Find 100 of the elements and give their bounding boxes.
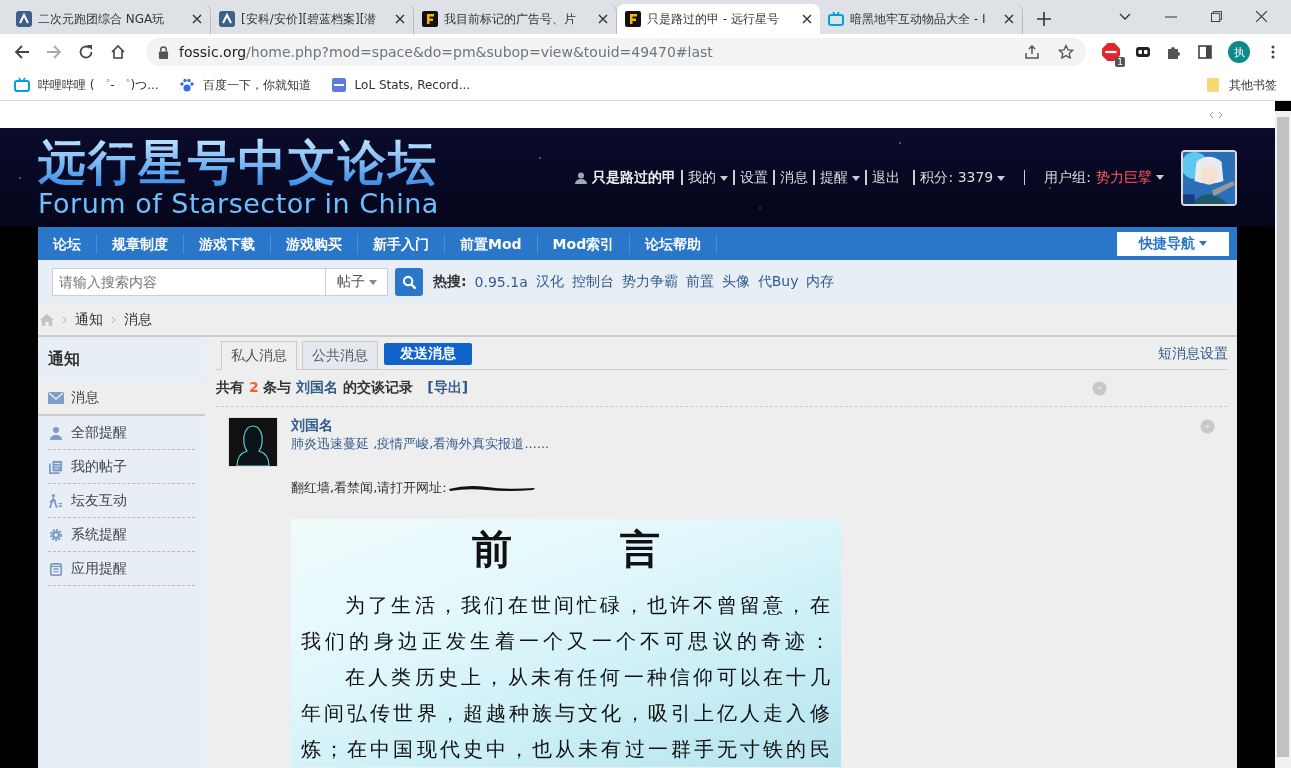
search-scope-dropdown[interactable]: 帖子 <box>326 268 388 296</box>
close-icon[interactable] <box>802 14 812 24</box>
nav-link[interactable]: 论坛 <box>38 233 97 254</box>
profile-avatar[interactable]: 执 <box>1228 41 1250 63</box>
message-tab[interactable]: 私人消息 <box>221 341 297 370</box>
chevron-right-icon <box>111 315 116 324</box>
avatar-silhouette-icon <box>228 417 278 467</box>
address-bar[interactable]: fossic.org/home.php?mod=space&do=pm&subop=view&touid=49470#last <box>146 38 1086 66</box>
tv-icon <box>14 77 30 93</box>
bookmark-link[interactable]: LoL Stats, Record... <box>330 77 471 93</box>
nav-link[interactable]: 规章制度 <box>97 233 184 254</box>
close-icon[interactable] <box>1256 11 1267 22</box>
quick-nav-button[interactable]: 快捷导航 <box>1117 231 1229 256</box>
site-favicon-icon <box>330 77 347 93</box>
sidebar-item[interactable]: 我的帖子 <box>48 450 195 484</box>
message-tab[interactable]: 公共消息 <box>302 341 378 369</box>
sidebar-item[interactable]: 坛友互动 <box>48 484 195 518</box>
user-menu-link[interactable]: 设置 <box>733 170 769 185</box>
tab-title: [安科/安价][碧蓝档案][潜 <box>241 10 378 28</box>
document-line: 炼；在中国现代史中，也从未有过一群手无寸铁的民 <box>301 736 831 763</box>
new-tab-icon[interactable] <box>1037 12 1051 26</box>
hot-search-link[interactable]: 前置 <box>685 273 714 291</box>
lock-icon[interactable] <box>158 45 169 59</box>
nav-link[interactable]: 游戏购买 <box>271 233 358 254</box>
tab-title: 暗黑地牢互动物品大全 - I <box>850 10 987 28</box>
reload-icon[interactable] <box>78 44 94 60</box>
close-icon[interactable] <box>1004 14 1014 24</box>
tab-title: 我目前标记的广告号、片 <box>444 10 577 28</box>
sidebar-title: 通知 <box>47 347 81 370</box>
minimize-icon[interactable] <box>1165 15 1177 18</box>
close-icon[interactable] <box>192 14 202 24</box>
calendar-icon <box>48 561 64 576</box>
breadcrumb-link[interactable]: 消息 <box>124 310 152 329</box>
home-icon[interactable] <box>110 44 126 60</box>
nav-link[interactable]: 新手入门 <box>358 233 445 254</box>
stop-sign-extension-icon[interactable] <box>1102 43 1120 61</box>
paw-icon <box>178 77 195 93</box>
hot-search-link[interactable]: 内存 <box>806 273 835 291</box>
send-message-button[interactable]: 发送消息 <box>384 343 472 365</box>
credits-link[interactable]: 积分: 3379 <box>913 170 1006 185</box>
document-line: 在人类历史上，从未有任何一种信仰可以在十几 <box>344 664 831 691</box>
mask-extension-icon[interactable] <box>1135 44 1151 60</box>
document-line: 为了生活，我们在世间忙碌，也许不曾留意，在 <box>344 592 831 619</box>
hot-search-link[interactable]: 势力争霸 <box>621 273 678 291</box>
sidebar-item[interactable]: 消息 <box>38 381 205 416</box>
user-menu-link[interactable]: 提醒 <box>813 170 861 185</box>
message-author-link[interactable]: 刘国名 <box>291 417 333 435</box>
tab-title: 只是路过的甲 - 远行星号 <box>647 10 780 28</box>
nav-link[interactable]: 前置Mod <box>445 233 538 254</box>
hot-search-link[interactable]: 0.95.1a <box>474 274 528 290</box>
message-text: 翻红墙,看禁闻,请打开网址: <box>291 479 447 497</box>
bookmark-link[interactable]: 百度一下，你就知道 <box>178 76 311 94</box>
export-link[interactable]: [导出] <box>427 379 469 397</box>
hot-search-link[interactable]: 汉化 <box>535 273 564 291</box>
nav-link[interactable]: Mod索引 <box>537 233 631 254</box>
nav-link[interactable]: 论坛帮助 <box>630 233 718 254</box>
user-menu-link[interactable]: 我的 <box>681 170 729 185</box>
user-group-link[interactable]: 势力巨擘 <box>1096 168 1164 187</box>
hot-search-link[interactable]: 控制台 <box>571 273 614 291</box>
breadcrumb-link[interactable]: 通知 <box>75 310 103 329</box>
sidebar-item[interactable]: 应用提醒 <box>48 552 195 586</box>
code-icon[interactable] <box>1209 110 1223 119</box>
user-icon <box>575 171 588 184</box>
letter-f-favicon-icon <box>625 11 641 27</box>
sidebar-item[interactable]: 系统提醒 <box>48 518 195 552</box>
document-line: 年间弘传世界，超越种族与文化，吸引上亿人走入修 <box>301 700 831 727</box>
back-arrow-icon[interactable] <box>14 44 30 60</box>
hot-search-link[interactable]: 头像 <box>721 273 750 291</box>
search-field[interactable]: 请输入搜索内容 <box>52 268 326 296</box>
search-button[interactable] <box>395 268 423 296</box>
username-link[interactable]: 只是路过的甲 <box>592 168 677 187</box>
settings-icon <box>48 527 64 542</box>
scrollbar[interactable] <box>1275 111 1291 768</box>
restore-icon[interactable] <box>1211 11 1222 22</box>
close-icon[interactable] <box>395 14 405 24</box>
document-line: 我们的身边正发生着一个又一个不可思议的奇迹： <box>301 628 831 655</box>
message-subject: 肺炎迅速蔓延 ,疫情严峻,看海外真实报道...... <box>291 435 551 453</box>
side-panel-icon[interactable] <box>1197 44 1213 60</box>
chevron-down-icon[interactable] <box>1119 12 1131 21</box>
site-logo-subtitle[interactable]: Forum of Starsector in China <box>38 190 439 217</box>
hot-search-link[interactable]: 代Buy <box>757 273 799 291</box>
share-icon[interactable] <box>1024 44 1040 60</box>
bookmark-folder[interactable]: 其他书签 <box>1205 76 1277 94</box>
url-text: fossic.org/home.php?mod=space&do=pm&subop=view&touid=49470#last <box>179 44 714 60</box>
tab-title: 二次元跑团综合 NGA玩 <box>38 10 166 28</box>
person-icon <box>48 425 64 440</box>
puzzle-icon[interactable] <box>1166 44 1182 60</box>
user-menu-link[interactable]: 退出 <box>865 170 901 185</box>
browser-tab[interactable]: 只是路过的甲 - 远行星号 <box>617 4 820 34</box>
message-settings-link[interactable]: 短消息设置 <box>1158 345 1228 363</box>
sidebar-item[interactable]: 全部提醒 <box>48 416 195 450</box>
walking-person-icon <box>48 493 64 508</box>
bookmark-link[interactable]: 哔哩哔哩 ( ゜- ゜)つ... <box>14 76 159 94</box>
letter-f-favicon-icon <box>422 11 438 27</box>
user-menu-link[interactable]: 消息 <box>773 170 809 185</box>
star-icon[interactable] <box>1058 44 1074 60</box>
nav-link[interactable]: 游戏下载 <box>184 233 271 254</box>
documents-icon <box>48 459 64 474</box>
close-icon[interactable] <box>598 14 608 24</box>
partner-link[interactable]: 刘国名 <box>296 379 339 395</box>
